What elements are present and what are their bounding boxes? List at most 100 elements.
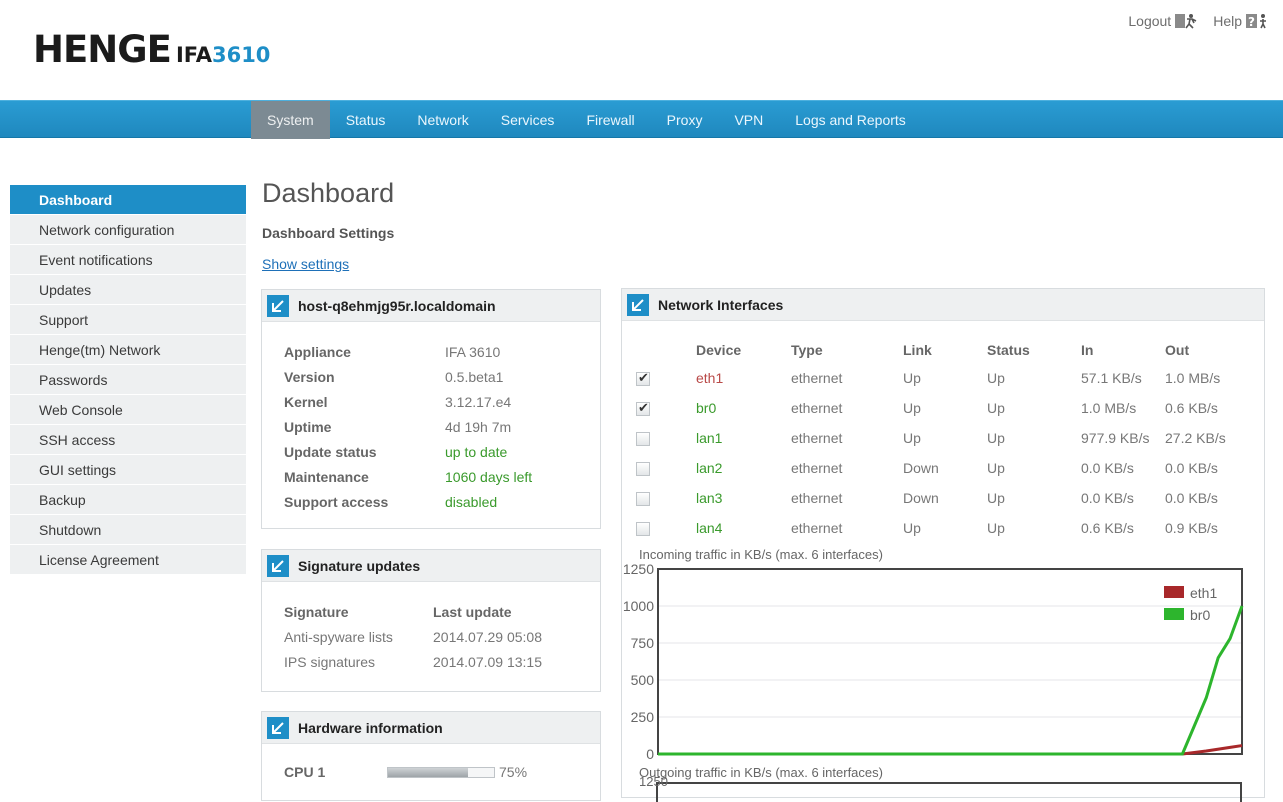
help-icon: ? [1246, 14, 1266, 29]
signature-date: 2014.07.09 13:15 [433, 654, 542, 670]
device-type: ethernet [791, 400, 843, 416]
info-value: 3.12.17.e4 [445, 394, 512, 410]
sidebar-item-shutdown[interactable]: Shutdown [10, 515, 246, 545]
info-key: Version [284, 369, 335, 385]
nav-system[interactable]: System [251, 101, 330, 139]
interface-checkbox[interactable] [636, 492, 650, 507]
signature-panel-title: Signature updates [298, 557, 421, 574]
interface-checkbox[interactable] [636, 522, 650, 537]
sidebar-item-henge-network[interactable]: Henge(tm) Network [10, 335, 246, 365]
hardware-panel: Hardware information CPU 1 75% [261, 711, 601, 801]
cpu-row: CPU 1 75% [284, 760, 527, 785]
dashboard-settings-heading: Dashboard Settings [262, 225, 395, 241]
legend-swatch-eth1 [1164, 586, 1184, 598]
sidebar-item-ssh-access[interactable]: SSH access [10, 425, 246, 455]
table-row: lan1 ethernet Up Up 977.9 KB/s 27.2 KB/s [636, 423, 1245, 453]
info-key: Support access [284, 494, 389, 510]
hardware-panel-header: Hardware information [262, 712, 600, 744]
collapse-icon[interactable] [267, 554, 289, 577]
sidebar-item-passwords[interactable]: Passwords [10, 365, 246, 395]
sidebar-item-event-notifications[interactable]: Event notifications [10, 245, 246, 275]
help-link[interactable]: Help ? [1213, 13, 1268, 29]
nav-network[interactable]: Network [401, 101, 484, 139]
interface-checkbox[interactable] [636, 432, 650, 447]
interface-checkbox[interactable] [636, 370, 650, 387]
logout-link[interactable]: Logout [1128, 13, 1197, 29]
nav-proxy[interactable]: Proxy [651, 101, 719, 139]
host-info-row: Appliance IFA 3610 [284, 340, 532, 365]
host-panel: host-q8ehmjg95r.localdomain Appliance IFA… [261, 289, 601, 529]
host-info-list: Appliance IFA 3610 Version 0.5.beta1 Kerne… [284, 340, 532, 515]
sidebar-item-license-agreement[interactable]: License Agreement [10, 545, 246, 575]
logout-icon [1175, 14, 1197, 29]
sidebar-item-support[interactable]: Support [10, 305, 246, 335]
signature-header-row: Signature Last update [284, 600, 542, 625]
logo: HENGE IFA3610 [33, 28, 270, 71]
column-header-type: Type [791, 342, 823, 358]
outgoing-traffic-chart [656, 782, 1242, 802]
info-key: Kernel [284, 394, 328, 410]
collapse-icon[interactable] [267, 294, 289, 317]
sidebar-item-network-configuration[interactable]: Network configuration [10, 215, 246, 245]
column-header-in: In [1081, 342, 1094, 358]
incoming-traffic-chart: 0 250 500 750 1000 1250 eth1 br0 [623, 561, 1244, 762]
device-link: Down [903, 460, 939, 476]
logo-model-prefix: IFA [175, 43, 212, 67]
main-nav: System Status Network Services Firewall … [0, 100, 1283, 139]
device-name: lan2 [696, 460, 723, 476]
device-out: 0.6 KB/s [1165, 400, 1218, 416]
device-link: Up [903, 400, 921, 416]
info-value: up to date [445, 444, 508, 460]
column-header-device: Device [696, 342, 742, 358]
host-info-row: Version 0.5.beta1 [284, 365, 532, 390]
device-status: Up [987, 370, 1005, 386]
row-select-cell [636, 453, 696, 483]
host-info-row: Update status up to date [284, 440, 532, 465]
interface-checkbox[interactable] [636, 462, 650, 477]
sidebar-item-backup[interactable]: Backup [10, 485, 246, 515]
host-info-row: Maintenance 1060 days left [284, 465, 532, 490]
device-name: br0 [696, 400, 717, 416]
host-panel-title: host-q8ehmjg95r.localdomain [298, 297, 496, 314]
nav-status[interactable]: Status [330, 101, 402, 139]
device-status: Up [987, 430, 1005, 446]
device-in: 1.0 MB/s [1081, 400, 1137, 416]
sidebar-item-gui-settings[interactable]: GUI settings [10, 455, 246, 485]
device-in: 0.0 KB/s [1081, 460, 1134, 476]
hardware-list: CPU 1 75% [284, 760, 527, 785]
help-label: Help [1213, 13, 1242, 29]
device-out: 0.0 KB/s [1165, 460, 1218, 476]
nav-services[interactable]: Services [485, 101, 571, 139]
device-link: Up [903, 430, 921, 446]
interface-checkbox[interactable] [636, 400, 650, 417]
collapse-icon[interactable] [267, 716, 289, 739]
sidebar-item-updates[interactable]: Updates [10, 275, 246, 305]
network-panel-title: Network Interfaces [658, 296, 784, 313]
signature-date: 2014.07.29 05:08 [433, 629, 542, 645]
signature-list: Signature Last update Anti-spyware lists 2… [284, 600, 542, 675]
nav-vpn[interactable]: VPN [718, 101, 779, 139]
sidebar-item-dashboard[interactable]: Dashboard [10, 185, 246, 215]
nav-firewall[interactable]: Firewall [570, 101, 650, 139]
signature-panel: Signature updates Signature Last update A… [261, 549, 601, 692]
logo-brand: HENGE [33, 28, 172, 71]
plot-area [657, 568, 1243, 755]
device-in: 57.1 KB/s [1081, 370, 1142, 386]
collapse-icon[interactable] [627, 293, 649, 316]
device-type: ethernet [791, 520, 843, 536]
y-tick-label: 1250 [623, 561, 654, 577]
nav-logs-and-reports[interactable]: Logs and Reports [779, 101, 922, 139]
column-header-link: Link [903, 342, 932, 358]
legend-label-eth1: eth1 [1190, 585, 1217, 601]
cpu-label: CPU 1 [284, 764, 326, 780]
host-info-row: Kernel 3.12.17.e4 [284, 390, 532, 415]
y-tick-label: 750 [631, 635, 655, 651]
row-select-cell [636, 363, 696, 393]
main-nav-items: System Status Network Services Firewall … [251, 101, 922, 139]
svg-text:?: ? [1248, 15, 1255, 29]
device-link: Up [903, 520, 921, 536]
sidebar-item-web-console[interactable]: Web Console [10, 395, 246, 425]
page-title: Dashboard [262, 178, 395, 208]
show-settings-link[interactable]: Show settings [262, 256, 349, 272]
cpu-value: 75% [499, 764, 528, 780]
